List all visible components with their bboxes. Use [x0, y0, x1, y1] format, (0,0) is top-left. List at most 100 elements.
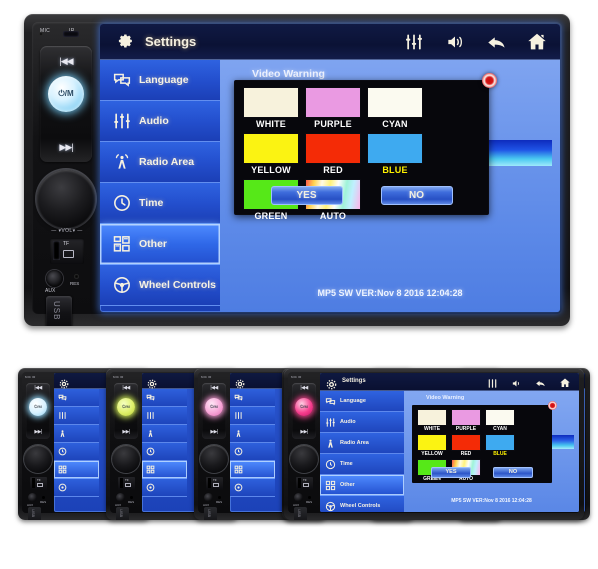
variant-sidebar-item-audio[interactable] — [142, 407, 187, 425]
usb-port[interactable]: USB — [46, 296, 72, 326]
front-color-option-white[interactable]: WHITE — [417, 409, 447, 432]
variant-volume-knob[interactable] — [112, 445, 140, 473]
variant-sidebar-item-radio-area[interactable] — [230, 425, 275, 443]
front-color-option-blue[interactable]: BLUE — [485, 434, 515, 457]
variant-volume-knob[interactable] — [200, 445, 228, 473]
variant-prev-button[interactable]: |◀◀ — [292, 385, 316, 391]
front-sidebar-item-audio[interactable]: Audio — [320, 412, 404, 433]
close-record-dot-icon[interactable] — [482, 73, 497, 88]
variant-aux-jack[interactable] — [204, 493, 213, 502]
front-sidebar-item-language[interactable]: Language — [320, 391, 404, 412]
home-icon[interactable] — [526, 31, 548, 53]
variant-tf-slot[interactable]: TF — [30, 477, 47, 490]
front-sidebar-item-other[interactable]: Other — [320, 475, 404, 496]
variant-sidebar-item-wheel-controls[interactable] — [142, 479, 187, 497]
swatch-box[interactable] — [243, 87, 299, 118]
no-button[interactable]: NO — [380, 186, 453, 205]
variant-prev-button[interactable]: |◀◀ — [26, 385, 50, 391]
swatch-box[interactable] — [367, 87, 423, 118]
front-no-button[interactable]: NO — [493, 467, 533, 478]
volume-knob[interactable] — [37, 170, 95, 228]
color-option-white[interactable]: WHITE — [243, 87, 299, 129]
video-warning-color-dialog[interactable]: WHITE PURPLE CYAN YELLOW RED BLUE GREEN … — [234, 73, 497, 221]
variant-sidebar-item-time[interactable] — [230, 443, 275, 461]
front-sidebar[interactable]: Language Audio Radio Area Time Other Whe… — [320, 391, 404, 512]
front-color-option-purple[interactable]: PURPLE — [451, 409, 481, 432]
variant-reset-button[interactable] — [42, 496, 45, 499]
variant-next-button[interactable]: ▶▶| — [26, 429, 50, 435]
variant-aux-jack[interactable] — [116, 493, 125, 502]
back-arrow-icon[interactable] — [485, 31, 507, 53]
variant-sidebar-item-time[interactable] — [142, 443, 187, 461]
swatch-box[interactable] — [305, 133, 361, 164]
next-track-button[interactable]: ▶▶| — [40, 136, 92, 158]
variant-volume-knob[interactable] — [290, 445, 318, 473]
variant-next-button[interactable]: ▶▶| — [292, 429, 316, 435]
variant-usb-port[interactable]: USB — [28, 507, 41, 520]
variant-next-button[interactable]: ▶▶| — [114, 429, 138, 435]
sidebar-item-radio-area[interactable]: Radio Area — [100, 142, 220, 183]
swatch-box[interactable] — [367, 133, 423, 164]
color-option-purple[interactable]: PURPLE — [305, 87, 361, 129]
variant-power-button[interactable]: ⏻/M — [205, 398, 223, 416]
variant-power-button[interactable]: ⏻/M — [29, 398, 47, 416]
variant-sidebar-item-other[interactable] — [54, 461, 99, 479]
variant-usb-port[interactable]: USB — [294, 507, 307, 520]
color-option-red[interactable]: RED — [305, 133, 361, 175]
yes-button[interactable]: YES — [270, 186, 343, 205]
variant-sidebar[interactable] — [54, 389, 99, 512]
variant-sidebar-item-audio[interactable] — [230, 407, 275, 425]
settings-sidebar[interactable]: Language Audio Radio Area Time Other Whe… — [100, 60, 220, 312]
variant-sidebar[interactable] — [230, 389, 275, 512]
sidebar-item-other[interactable]: Other — [100, 224, 220, 265]
variant-next-button[interactable]: ▶▶| — [202, 429, 226, 435]
front-color-option-red[interactable]: RED — [451, 434, 481, 457]
variant-sidebar-item-wheel-controls[interactable] — [54, 479, 99, 497]
variant-aux-jack[interactable] — [28, 493, 37, 502]
sidebar-item-wheel-controls[interactable]: Wheel Controls — [100, 265, 220, 306]
sidebar-item-time[interactable]: Time — [100, 183, 220, 224]
variant-sidebar-item-language[interactable] — [142, 389, 187, 407]
reset-button[interactable] — [74, 274, 79, 279]
tf-card-slot[interactable]: TF — [50, 238, 84, 264]
dialog-button-row[interactable]: YES NO — [235, 186, 488, 205]
variant-sidebar[interactable] — [142, 389, 187, 512]
close-record-dot-icon[interactable] — [548, 401, 557, 410]
variant-reset-button[interactable] — [218, 496, 221, 499]
power-mode-button[interactable]: ⏻/M — [48, 76, 84, 112]
variant-reset-button[interactable] — [308, 496, 311, 499]
variant-sidebar-item-wheel-controls[interactable] — [230, 479, 275, 497]
swatch-box[interactable] — [451, 409, 481, 426]
variant-power-button[interactable]: ⏻/M — [295, 398, 313, 416]
previous-track-button[interactable]: |◀◀ — [40, 50, 92, 72]
sidebar-item-audio[interactable]: Audio — [100, 101, 220, 142]
sidebar-item-language[interactable]: Language — [100, 60, 220, 101]
swatch-box[interactable] — [485, 434, 515, 451]
variant-aux-jack[interactable] — [294, 493, 303, 502]
swatch-box[interactable] — [305, 87, 361, 118]
variant-power-button[interactable]: ⏻/M — [117, 398, 135, 416]
front-sidebar-item-time[interactable]: Time — [320, 454, 404, 475]
front-yes-button[interactable]: YES — [431, 467, 471, 478]
swatch-box[interactable] — [417, 409, 447, 426]
variant-usb-port[interactable]: USB — [204, 507, 217, 520]
swatch-box[interactable] — [417, 434, 447, 451]
variant-volume-knob[interactable] — [24, 445, 52, 473]
variant-sidebar-item-radio-area[interactable] — [142, 425, 187, 443]
aux-input-jack[interactable] — [46, 270, 63, 287]
lcd-touchscreen[interactable]: Settings Language Audio Radio Area Time … — [100, 24, 560, 312]
front-sidebar-item-wheel-controls[interactable]: Wheel Controls — [320, 496, 404, 512]
color-option-yellow[interactable]: YELLOW — [243, 133, 299, 175]
volume-icon[interactable] — [444, 31, 466, 53]
color-option-blue[interactable]: BLUE — [367, 133, 423, 175]
front-sidebar-item-radio-area[interactable]: Radio Area — [320, 433, 404, 454]
swatch-box[interactable] — [243, 133, 299, 164]
variant-sidebar-item-other[interactable] — [142, 461, 187, 479]
variant-prev-button[interactable]: |◀◀ — [114, 385, 138, 391]
variant-reset-button[interactable] — [130, 496, 133, 499]
front-unit-screen[interactable]: Settings Language Audio Radio Area Time … — [320, 373, 579, 512]
variant-sidebar-item-language[interactable] — [230, 389, 275, 407]
variant-tf-slot[interactable]: TF — [206, 477, 223, 490]
variant-usb-port[interactable]: USB — [116, 507, 129, 520]
variant-prev-button[interactable]: |◀◀ — [202, 385, 226, 391]
